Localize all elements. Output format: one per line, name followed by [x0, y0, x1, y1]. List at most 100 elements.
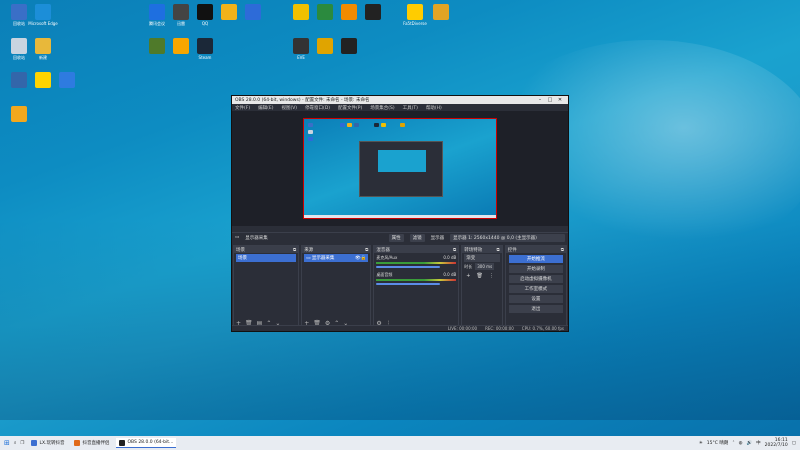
title-bar[interactable]: OBS 28.0.0 (64-bit, windows) - 配置文件: 未命名… [232, 96, 568, 104]
add-icon[interactable]: + [466, 273, 470, 279]
app-icon [11, 4, 27, 20]
scenes-dock: 场景 ⧉ 场景 + 🗑 ▤ ⌃ ⌄ [233, 245, 300, 331]
volume-meter [376, 262, 457, 264]
mini-icon [381, 123, 386, 127]
maximize-icon[interactable]: □ [545, 97, 555, 103]
volume-slider[interactable] [376, 283, 441, 285]
clock[interactable]: 16:11 2022/7/10 [765, 438, 788, 448]
menu-help[interactable]: 帮助(H) [426, 105, 442, 111]
app-icon [149, 38, 165, 54]
exit-button[interactable]: 退出 [508, 305, 563, 313]
desktop-icon-label: 新建 [39, 55, 47, 60]
undock-icon[interactable]: ⧉ [365, 247, 368, 253]
mixer-title: 混音器 [376, 247, 390, 253]
menu-tools[interactable]: 工具(T) [403, 105, 418, 111]
app-icon [74, 440, 81, 446]
virtual-camera-button[interactable]: 启动虚拟摄像机 [508, 275, 563, 283]
app-icon [119, 439, 126, 446]
desktop-icon[interactable] [356, 4, 390, 21]
source-item[interactable]: ▭ 显示器采集 👁 🔒 [304, 254, 369, 262]
trash-icon[interactable]: 🗑 [476, 273, 482, 279]
preview-canvas[interactable] [303, 118, 497, 219]
app-icon [197, 38, 213, 54]
start-streaming-button[interactable]: 开始推流 [508, 255, 563, 263]
mixer-channel: 桌面音频 0.0 dB [376, 272, 457, 285]
preview-area[interactable] [232, 111, 568, 226]
display-select[interactable]: 显示器 1: 2560x1440 @ 0,0 (主显示器) [450, 233, 566, 242]
status-bar: LIVE: 00:00:00 REC: 00:00:00 CPU: 0.7%, … [232, 325, 568, 331]
network-icon[interactable]: ◍ [739, 441, 743, 446]
studio-mode-button[interactable]: 工作室模式 [508, 285, 563, 293]
undock-icon[interactable]: ⧉ [561, 247, 564, 253]
taskbar-item[interactable]: LX.玩转抖音 [28, 438, 67, 448]
menu-edit[interactable]: 编辑(E) [258, 105, 273, 111]
desktop-icon[interactable] [236, 4, 270, 21]
mini-icon [374, 123, 379, 127]
app-icon [35, 72, 51, 88]
ime-indicator[interactable]: 中 [756, 440, 761, 446]
desktop-icon-label: EVE [297, 55, 305, 60]
channel-name: 桌面音频 [376, 272, 393, 277]
lock-icon[interactable]: 🔒 [361, 256, 367, 261]
app-icon [221, 4, 237, 20]
nested-preview [378, 150, 426, 172]
app-icon [59, 72, 75, 88]
channel-name: 麦克风/Aux [376, 255, 398, 260]
windows-start-icon[interactable]: ⊞ [4, 439, 10, 447]
app-icon [293, 4, 309, 20]
channel-level: 0.0 dB [443, 272, 457, 277]
taskbar-item-label: 抖音直播伴侣 [82, 441, 110, 446]
menu-bar: 文件(F) 编辑(E) 视图(V) 停靠窗口(D) 配置文件(P) 场景集合(S… [232, 104, 568, 111]
source-label: 显示器采集 [311, 256, 335, 261]
taskbar: ⊞ ⌕ ❐ LX.玩转抖音 抖音直播伴侣 OBS 28.0.0 (64-bit.… [0, 436, 800, 450]
desktop-icon[interactable] [424, 4, 458, 21]
app-icon [173, 4, 189, 20]
notification-icon[interactable]: ▢ [792, 441, 796, 446]
speaker-icon[interactable]: 🔊 [747, 441, 753, 446]
desktop-icon[interactable]: Microsoft Edge [26, 4, 60, 26]
chevron-up-icon[interactable]: ˄ [732, 441, 734, 446]
volume-slider[interactable] [376, 266, 441, 268]
taskbar-item[interactable]: 抖音直播伴侣 [71, 438, 112, 448]
properties-button[interactable]: 属性 [388, 233, 404, 242]
current-source: 显示器采集 [245, 235, 268, 241]
desktop-icon[interactable] [332, 38, 366, 55]
obs-window: OBS 28.0.0 (64-bit, windows) - 配置文件: 未命名… [231, 95, 569, 332]
display-label: 显示器 [430, 235, 445, 241]
menu-file[interactable]: 文件(F) [235, 105, 250, 111]
system-tray: ☀ 15°C 晴朗 ˄ ◍ 🔊 中 16:11 2022/7/10 ▢ [699, 438, 796, 448]
transition-select[interactable]: 渐变 [464, 254, 500, 262]
close-icon[interactable]: ✕ [555, 97, 565, 103]
taskbar-item[interactable]: OBS 28.0.0 (64-bit... [116, 438, 177, 448]
menu-scene-collection[interactable]: 场景集合(S) [370, 105, 394, 111]
duration-input[interactable]: 300 ms [475, 263, 495, 270]
weather-text[interactable]: 15°C 晴朗 [707, 440, 729, 446]
menu-profile[interactable]: 配置文件(P) [338, 105, 362, 111]
cpu-status: CPU: 0.7%, 60.00 fps [521, 326, 564, 331]
menu-view[interactable]: 视图(V) [281, 105, 297, 111]
search-icon[interactable]: ⌕ [14, 440, 17, 446]
undock-icon[interactable]: ⧉ [293, 247, 296, 253]
scene-item[interactable]: 场景 [236, 254, 297, 262]
app-icon [245, 4, 261, 20]
undock-icon[interactable]: ⧉ [453, 247, 456, 253]
desktop-icon[interactable]: Steam [188, 38, 222, 60]
desktop-icon[interactable]: 新建 [26, 38, 60, 60]
mini-icon [347, 123, 352, 127]
task-view-icon[interactable]: ❐ [20, 441, 24, 446]
menu-icon[interactable]: ⋮ [489, 273, 494, 279]
filters-button[interactable]: 滤镜 [409, 233, 425, 242]
undock-icon[interactable]: ⧉ [497, 247, 500, 253]
app-icon [341, 38, 357, 54]
desktop-icon[interactable] [50, 72, 84, 89]
app-icon [35, 4, 51, 20]
desktop-icon[interactable] [2, 106, 36, 122]
menu-docks[interactable]: 停靠窗口(D) [305, 105, 330, 111]
start-recording-button[interactable]: 开始录制 [508, 265, 563, 273]
scenes-title: 场景 [236, 247, 245, 253]
app-icon [35, 38, 51, 54]
minimize-icon[interactable]: – [535, 97, 545, 103]
transition-actions: + 🗑 ⋮ [466, 273, 498, 279]
sources-title: 来源 [304, 247, 314, 253]
settings-button[interactable]: 设置 [508, 295, 563, 303]
